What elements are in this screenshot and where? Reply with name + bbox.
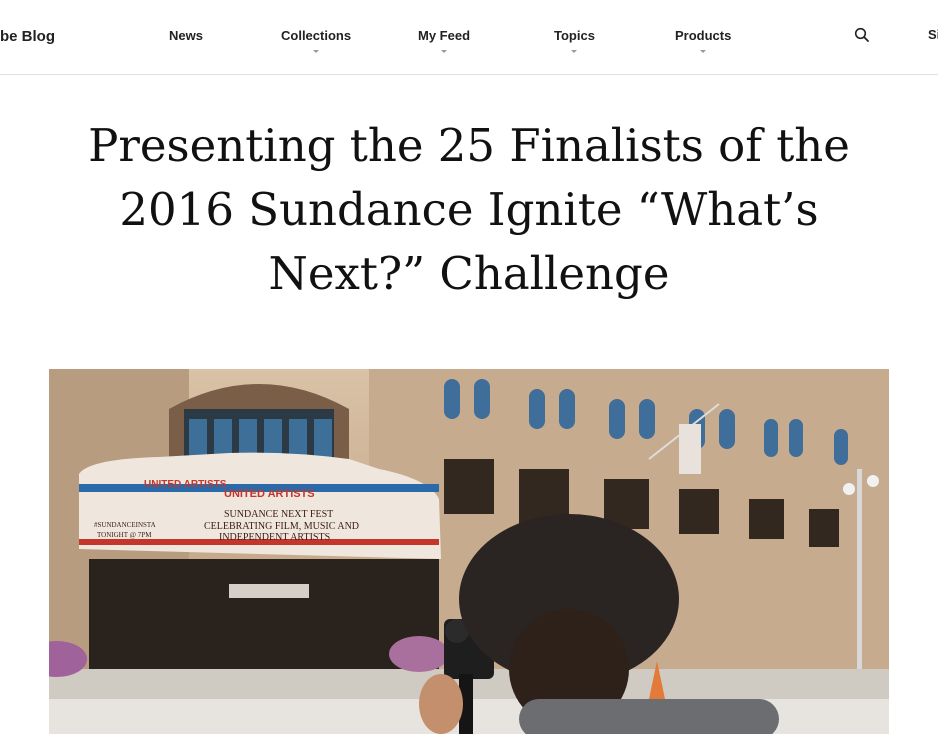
blog-brand-link[interactable]: be Blog: [0, 28, 55, 45]
nav-item-label: My Feed: [418, 28, 471, 43]
caret-down-icon: [700, 50, 707, 53]
search-icon: [854, 27, 869, 42]
sign-in-link[interactable]: Si: [928, 27, 938, 42]
marquee-line-2: CELEBRATING FILM, MUSIC AND: [204, 521, 359, 532]
marquee-brand-left: UNITED ARTISTS: [144, 479, 227, 490]
nav-item-label: Products: [675, 28, 732, 43]
nav-item-news[interactable]: News: [169, 28, 203, 43]
marquee-brand-center: UNITED ARTISTS: [224, 488, 315, 500]
nav-item-my-feed[interactable]: My Feed: [418, 28, 471, 53]
nav-item-label: News: [169, 28, 203, 43]
nav-item-topics[interactable]: Topics: [554, 28, 595, 53]
caret-down-icon: [571, 50, 578, 53]
nav-item-collections[interactable]: Collections: [281, 28, 352, 53]
caret-down-icon: [441, 50, 447, 53]
marquee-line-1: SUNDANCE NEXT FEST: [224, 509, 333, 520]
nav-item-products[interactable]: Products: [675, 28, 732, 53]
nav-item-label: Topics: [554, 28, 595, 43]
article-title: Presenting the 25 Finalists of the 2016 …: [88, 119, 850, 300]
marquee-left-1: #SUNDANCEINSTA: [94, 521, 156, 529]
nav-item-label: Collections: [281, 28, 352, 43]
search-button[interactable]: [854, 27, 870, 43]
hero-image: UNITED ARTISTS UNITED ARTISTS SUNDANCE N…: [49, 369, 889, 734]
site-header: be Blog News Collections My Feed Topics …: [0, 0, 938, 75]
marquee-line-3: INDEPENDENT ARTISTS: [219, 532, 330, 543]
marquee-left-2: TONIGHT @ 7PM: [97, 531, 152, 539]
caret-down-icon: [313, 50, 320, 53]
